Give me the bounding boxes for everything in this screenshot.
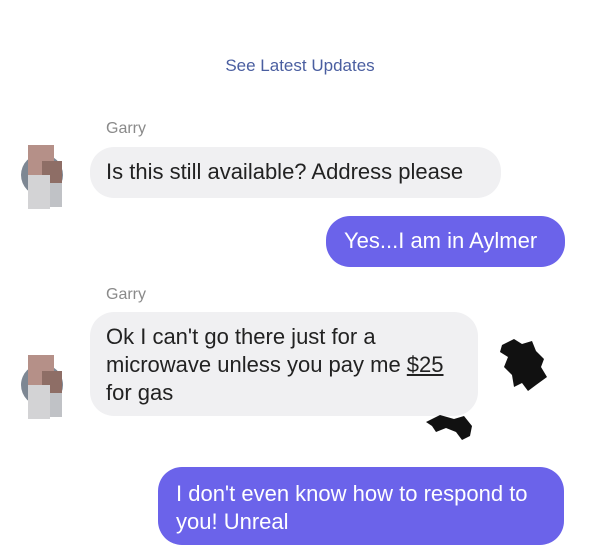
outgoing-message[interactable]: I don't even know how to respond to you!…: [158, 467, 564, 545]
sender-name: Garry: [106, 120, 146, 137]
redaction-scribble: [426, 415, 472, 440]
sender-name: Garry: [106, 286, 146, 303]
message-text: I don't even know how to respond to you!…: [176, 481, 528, 534]
outgoing-message[interactable]: Yes...I am in Aylmer: [326, 216, 565, 267]
message-text: Ok I can't go there just for a microwave…: [106, 324, 407, 377]
incoming-message[interactable]: Is this still available? Address please: [90, 147, 501, 198]
redaction-scribble: [500, 339, 547, 391]
incoming-message[interactable]: Ok I can't go there just for a microwave…: [90, 312, 478, 416]
sender-avatar[interactable]: [18, 145, 68, 209]
price-amount: $25: [406, 352, 444, 377]
see-latest-updates-link[interactable]: See Latest Updates: [0, 56, 591, 76]
message-text: Is this still available? Address please: [106, 159, 464, 184]
message-text-end: for gas: [106, 380, 174, 405]
message-text: Yes...I am in Aylmer: [344, 228, 538, 253]
sender-avatar[interactable]: [18, 355, 68, 419]
